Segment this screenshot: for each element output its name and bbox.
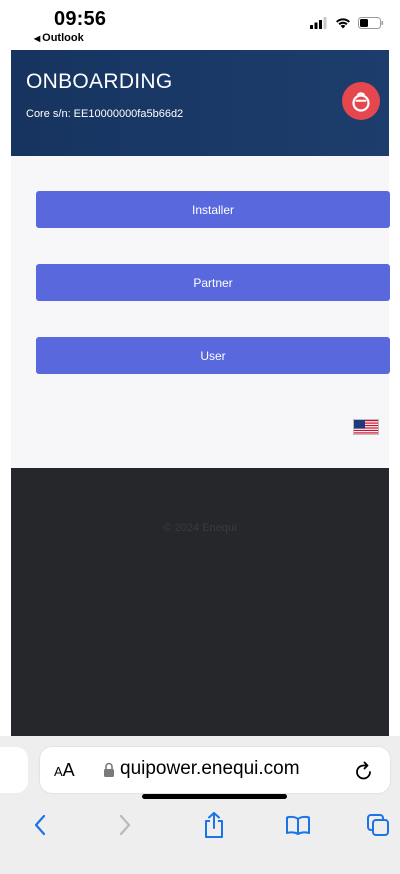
back-button[interactable] bbox=[22, 808, 58, 842]
text-size-button[interactable]: AA bbox=[54, 760, 75, 781]
app-header: ONBOARDING Core s/n: EE10000000fa5b66d2 bbox=[11, 50, 389, 156]
enequi-logo bbox=[342, 82, 380, 120]
previous-tab-edge[interactable] bbox=[0, 747, 28, 793]
forward-button[interactable] bbox=[107, 808, 143, 842]
chevron-left-icon bbox=[34, 814, 46, 836]
share-icon bbox=[205, 812, 223, 838]
back-arrow-icon: ◀ bbox=[34, 34, 41, 43]
status-bar: 09:56 ◀ Outlook bbox=[0, 0, 400, 50]
back-app-label: Outlook bbox=[42, 32, 84, 44]
installer-button[interactable]: Installer bbox=[36, 191, 390, 228]
lock-icon bbox=[104, 762, 114, 777]
address-bar[interactable]: AA quipower.enequi.com bbox=[40, 747, 390, 793]
page-title: ONBOARDING bbox=[26, 70, 173, 93]
chevron-right-icon bbox=[119, 814, 131, 836]
tabs-button[interactable] bbox=[360, 808, 396, 842]
copyright-text: © 2024 Enequi bbox=[163, 522, 237, 534]
core-serial-number: Core s/n: EE10000000fa5b66d2 bbox=[26, 108, 184, 120]
us-flag-icon[interactable] bbox=[353, 419, 379, 435]
role-selection-panel: Installer Partner User bbox=[11, 156, 390, 468]
battery-icon bbox=[358, 17, 384, 29]
url-text[interactable]: quipower.enequi.com bbox=[120, 758, 300, 780]
user-button[interactable]: User bbox=[36, 337, 390, 374]
partner-button[interactable]: Partner bbox=[36, 264, 390, 301]
browser-toolbar bbox=[0, 804, 400, 844]
browser-chrome: AA quipower.enequi.com bbox=[0, 736, 400, 874]
cellular-signal-icon bbox=[310, 17, 327, 29]
home-indicator[interactable] bbox=[142, 794, 287, 799]
status-icons bbox=[310, 17, 384, 29]
tabs-icon bbox=[367, 814, 389, 836]
back-to-app-link[interactable]: ◀ Outlook bbox=[34, 32, 84, 44]
footer: © 2024 Enequi bbox=[11, 468, 389, 736]
reload-icon[interactable] bbox=[353, 758, 375, 782]
bookmarks-button[interactable] bbox=[280, 808, 316, 842]
droplet-logo-icon bbox=[352, 92, 370, 112]
share-button[interactable] bbox=[196, 808, 232, 842]
wifi-icon bbox=[336, 18, 350, 29]
status-time: 09:56 bbox=[54, 8, 107, 30]
book-icon bbox=[286, 815, 310, 835]
